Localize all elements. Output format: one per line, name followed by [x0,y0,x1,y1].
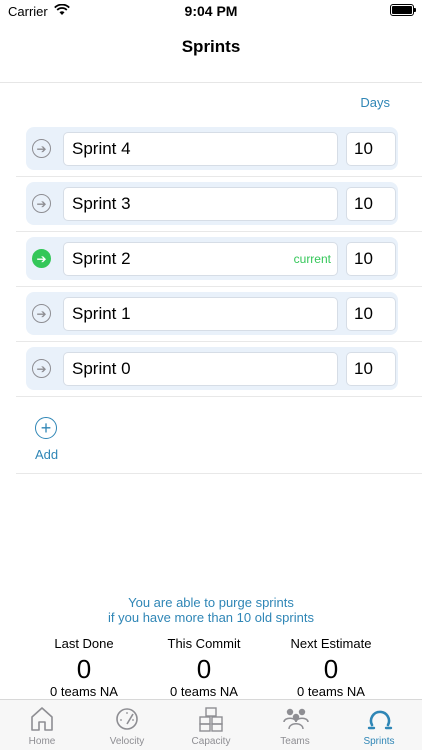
stat-label: Next Estimate [290,636,372,651]
stat-sub: 0 teams NA [170,684,238,699]
sprint-card: ➔ Sprint 1 10 [26,292,398,335]
sprint-row: ➔ Sprint 3 10 [16,177,422,232]
sprint-card: ➔ Sprint 2 current 10 [26,237,398,280]
stat-last-done: Last Done 0 0 teams NA [14,636,154,699]
stat-value: 0 [76,654,92,684]
tab-label: Home [28,736,56,747]
stat-value: 0 [196,654,212,684]
sprint-row: ➔ Sprint 4 10 [16,122,422,177]
arrow-right-circle-icon[interactable]: ➔ [32,304,51,323]
sprint-stats: Last Done 0 0 teams NA This Commit 0 0 t… [0,636,422,699]
arrow-right-circle-icon[interactable]: ➔ [32,139,51,158]
arrow-right-circle-icon[interactable]: ➔ [32,194,51,213]
sprint-name-field[interactable]: Sprint 0 [63,352,338,386]
sprint-list: ➔ Sprint 4 10 ➔ Sprint 3 10 ➔ Sprint 2 cu… [16,122,422,397]
battery-icon [390,4,416,16]
page-title: Sprints [181,37,241,56]
sprint-days-field[interactable]: 10 [346,132,396,166]
sprint-name-field[interactable]: Sprint 2 current [63,242,338,276]
current-tag: current [293,252,331,266]
sprint-name-field[interactable]: Sprint 1 [63,297,338,331]
sprint-days-field[interactable]: 10 [346,242,396,276]
sprint-card: ➔ Sprint 3 10 [26,182,398,225]
status-bar: Carrier 9:04 PM [0,0,422,24]
purge-note: You are able to purge sprints if you hav… [0,595,422,625]
nav-divider [0,82,422,83]
tab-label: Sprints [363,736,395,747]
add-sprint-button[interactable]: Add [35,447,58,462]
home-icon [31,707,53,731]
people-icon [283,708,309,730]
tab-label: Teams [280,736,310,747]
stat-label: Last Done [54,636,114,651]
stat-sub: 0 teams NA [297,684,365,699]
sprint-days-field[interactable]: 10 [346,297,396,331]
sprint-row: ➔ Sprint 0 10 [16,342,422,397]
sprint-card: ➔ Sprint 4 10 [26,127,398,170]
cycle-icon [367,710,393,730]
purge-note-line: You are able to purge sprints [128,595,294,610]
stat-sub: 0 teams NA [50,684,118,699]
tab-label: Capacity [191,736,231,747]
arrow-right-circle-icon[interactable]: ➔ [32,249,51,268]
sprint-row: ➔ Sprint 1 10 [16,287,422,342]
add-sprint-section: + Add [16,397,422,474]
speedometer-icon [116,708,138,730]
boxes-icon [199,707,223,732]
tab-bar: Home Velocity Capacity Teams Sprints [0,699,422,750]
stat-value: 0 [323,654,339,684]
plus-circle-icon[interactable]: + [35,417,57,439]
tab-label: Velocity [109,736,145,747]
days-column-header: Days [360,95,390,110]
purge-note-line: if you have more than 10 old sprints [108,610,314,625]
sprint-name-field[interactable]: Sprint 3 [63,187,338,221]
arrow-right-circle-icon[interactable]: ➔ [32,359,51,378]
sprint-name-field[interactable]: Sprint 4 [63,132,338,166]
status-time: 9:04 PM [184,3,238,19]
stat-next-estimate: Next Estimate 0 0 teams NA [261,636,401,699]
sprint-days-field[interactable]: 10 [346,352,396,386]
stat-label: This Commit [167,636,241,651]
sprint-row: ➔ Sprint 2 current 10 [16,232,422,287]
sprint-days-field[interactable]: 10 [346,187,396,221]
stat-this-commit: This Commit 0 0 teams NA [134,636,274,699]
sprint-card: ➔ Sprint 0 10 [26,347,398,390]
